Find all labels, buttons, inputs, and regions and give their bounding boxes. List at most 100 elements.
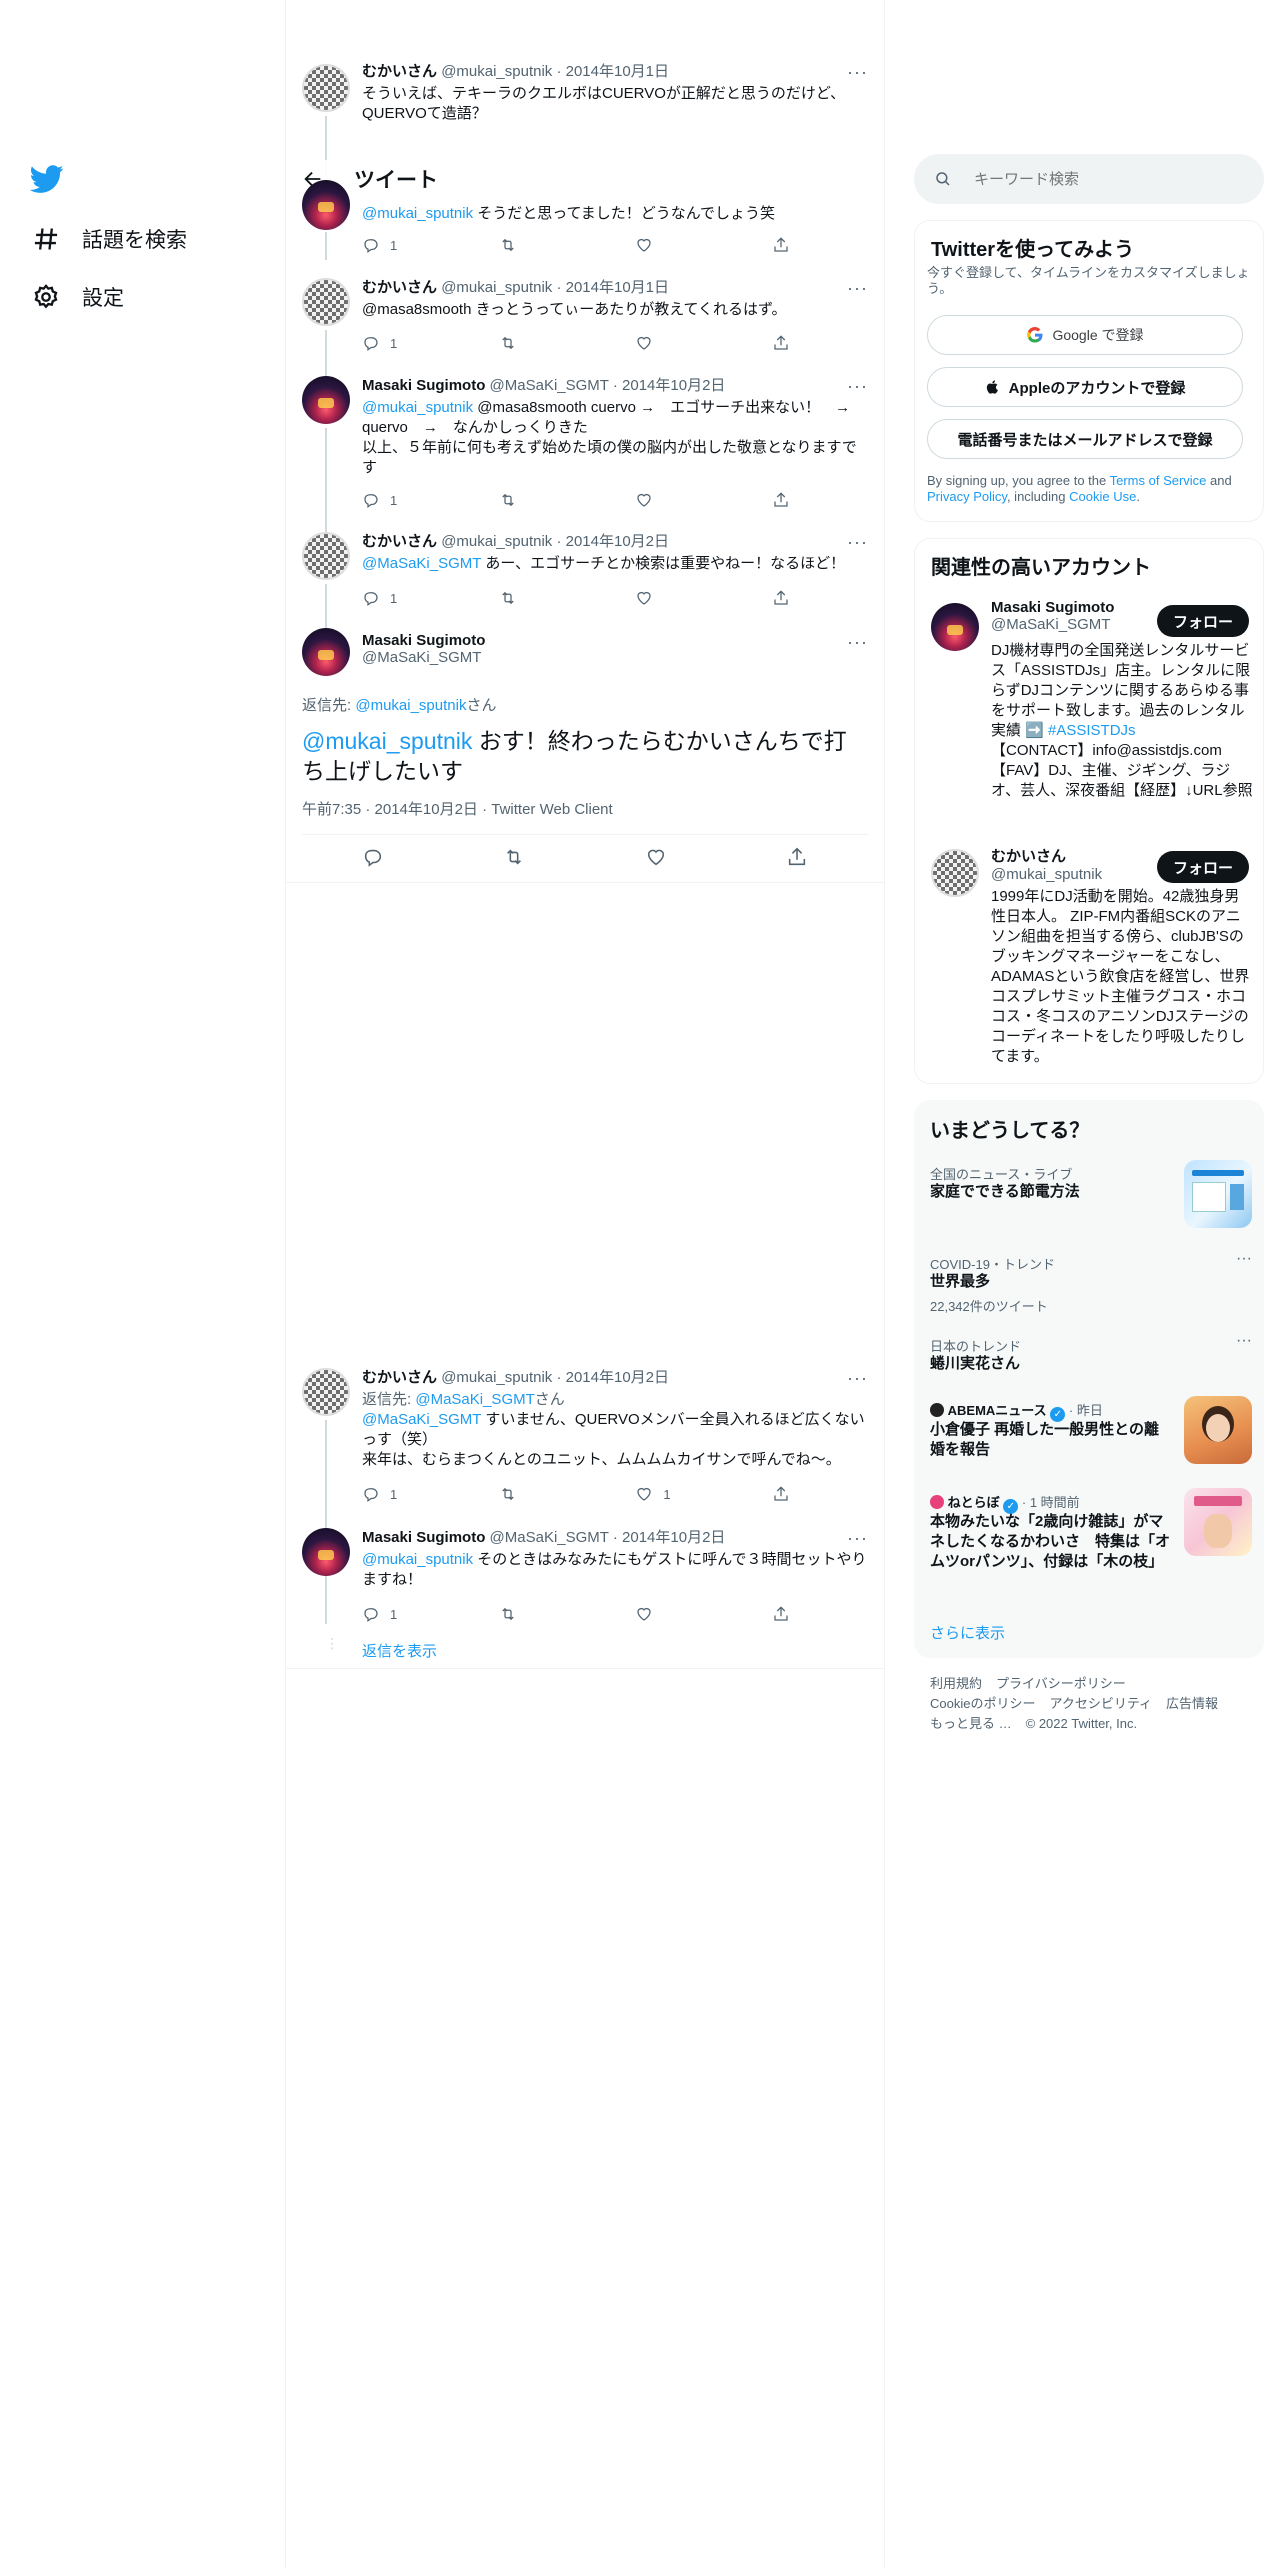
tweet-author-name[interactable]: むかいさん bbox=[362, 533, 437, 550]
tweet-author-name[interactable]: むかいさん bbox=[362, 63, 437, 80]
avatar[interactable] bbox=[302, 278, 350, 326]
retweet-button[interactable] bbox=[499, 490, 569, 510]
hashtag-link[interactable]: #ASSISTDJs bbox=[1044, 722, 1136, 739]
follow-button[interactable]: フォロー bbox=[1157, 605, 1249, 637]
reply-to-link[interactable]: @MaSaKi_SGMT bbox=[415, 1391, 534, 1408]
account-name[interactable]: むかいさん bbox=[991, 845, 1102, 866]
retweet-icon[interactable] bbox=[503, 846, 525, 868]
phone-email-signup-button[interactable]: 電話番号またはメールアドレスで登録 bbox=[927, 419, 1243, 459]
nav-explore[interactable]: 話題を検索 bbox=[32, 224, 187, 254]
trend-item[interactable]: 日本のトレンド 蜷川実花さん ··· bbox=[914, 1332, 1264, 1382]
avatar[interactable] bbox=[302, 180, 350, 230]
more-icon[interactable]: ··· bbox=[847, 1368, 868, 1389]
tweet-author-name[interactable]: Masaki Sugimoto bbox=[362, 1529, 485, 1546]
retweet-button[interactable] bbox=[499, 333, 569, 353]
tweet-timestamp[interactable]: 午前7:35 · 2014年10月2日 · Twitter Web Client bbox=[302, 798, 613, 819]
reply-button[interactable]: 1 bbox=[362, 1484, 432, 1504]
related-account[interactable]: Masaki Sugimoto @MaSaKi_SGMT フォロー DJ機材専門… bbox=[915, 599, 1265, 849]
avatar[interactable] bbox=[302, 1368, 350, 1416]
tweet-author-handle[interactable]: @MaSaKi_SGMT bbox=[362, 649, 485, 666]
more-icon[interactable]: ··· bbox=[1236, 1250, 1252, 1268]
tweet-author-name[interactable]: Masaki Sugimoto bbox=[362, 377, 485, 394]
tweet-author-name[interactable]: Masaki Sugimoto bbox=[362, 632, 485, 649]
footer-link-more[interactable]: もっと見る … bbox=[930, 1716, 1012, 1731]
mention-link[interactable]: @MaSaKi_SGMT bbox=[362, 555, 481, 572]
trend-item[interactable]: ねとらぼ ✓ · 1 時間前 本物みたいな「2歳向け雑誌」がマネしたくなるかわい… bbox=[914, 1488, 1264, 1598]
more-icon[interactable]: ··· bbox=[847, 532, 868, 553]
thread-tweet[interactable]: Masaki Sugimoto @MaSaKi_SGMT · 2014年10月2… bbox=[286, 376, 884, 536]
avatar[interactable] bbox=[302, 376, 350, 424]
mention-link[interactable]: @mukai_sputnik bbox=[302, 728, 472, 754]
share-button[interactable] bbox=[772, 235, 792, 255]
avatar[interactable] bbox=[302, 532, 350, 580]
reply-button[interactable]: 1 bbox=[362, 588, 432, 608]
like-button[interactable]: 1 bbox=[635, 1484, 705, 1504]
related-account[interactable]: むかいさん @mukai_sputnik フォロー 1999年にDJ活動を開始。… bbox=[915, 845, 1265, 1075]
trend-item[interactable]: COVID-19・トレンド 世界最多 22,342件のツイート ··· bbox=[914, 1250, 1264, 1320]
apple-signup-button[interactable]: Appleのアカウントで登録 bbox=[927, 367, 1243, 407]
more-icon[interactable]: ··· bbox=[847, 1528, 868, 1549]
footer-link-privacy[interactable]: プライバシーポリシー bbox=[996, 1676, 1126, 1691]
reply-to-link[interactable]: @mukai_sputnik bbox=[355, 697, 466, 714]
reply-button[interactable]: 1 bbox=[362, 333, 432, 353]
reply-tweet[interactable]: ⋮ Masaki Sugimoto @MaSaKi_SGMT · 2014年10… bbox=[286, 1528, 884, 1669]
terms-link[interactable]: Terms of Service bbox=[1110, 473, 1207, 488]
reply-icon[interactable] bbox=[362, 846, 384, 868]
account-name[interactable]: Masaki Sugimoto bbox=[991, 599, 1114, 616]
share-button[interactable] bbox=[772, 1484, 792, 1504]
more-icon[interactable]: ··· bbox=[847, 376, 868, 397]
reply-tweet[interactable]: むかいさん @mukai_sputnik · 2014年10月2日 返信先: @… bbox=[286, 1368, 884, 1580]
avatar[interactable] bbox=[302, 628, 350, 676]
mention-link[interactable]: @mukai_sputnik bbox=[362, 1551, 473, 1568]
like-button[interactable] bbox=[635, 588, 705, 608]
thread-tweet[interactable]: むかいさん @mukai_sputnik · 2014年10月1日 @masa8… bbox=[286, 278, 884, 378]
trend-item[interactable]: 全国のニュース・ライブ 家庭でできる節電方法 bbox=[914, 1160, 1264, 1240]
google-signup-button[interactable]: Google で登録 bbox=[927, 315, 1243, 355]
thread-tweet[interactable]: むかいさん @mukai_sputnik · 2014年10月2日 @MaSaK… bbox=[286, 532, 884, 668]
account-handle[interactable]: @MaSaKi_SGMT bbox=[991, 616, 1114, 633]
twitter-logo-icon[interactable] bbox=[30, 162, 64, 196]
retweet-button[interactable] bbox=[499, 1604, 569, 1624]
mention-link[interactable]: @mukai_sputnik bbox=[362, 205, 473, 222]
account-handle[interactable]: @mukai_sputnik bbox=[991, 866, 1102, 883]
more-icon[interactable]: ··· bbox=[847, 632, 868, 653]
footer-link-cookie[interactable]: Cookieのポリシー bbox=[930, 1696, 1035, 1711]
reply-button[interactable]: 1 bbox=[362, 490, 432, 510]
tweet-author-name[interactable]: むかいさん bbox=[362, 279, 437, 296]
like-button[interactable] bbox=[635, 1604, 705, 1624]
footer-link-accessibility[interactable]: アクセシビリティ bbox=[1049, 1696, 1152, 1711]
tweet-author-name[interactable]: むかいさん bbox=[362, 1369, 437, 1386]
nav-settings[interactable]: 設定 bbox=[32, 282, 124, 312]
search-box[interactable] bbox=[914, 154, 1264, 204]
privacy-link[interactable]: Privacy Policy bbox=[927, 489, 1007, 504]
more-icon[interactable]: ··· bbox=[847, 278, 868, 299]
more-icon[interactable]: ··· bbox=[1236, 1332, 1252, 1350]
footer-link-ads[interactable]: 広告情報 bbox=[1166, 1696, 1218, 1711]
share-button[interactable] bbox=[772, 588, 792, 608]
thread-tweet[interactable]: むかいさん @mukai_sputnik · 2014年10月1日 そういえば、… bbox=[286, 62, 884, 206]
like-button[interactable] bbox=[635, 490, 705, 510]
avatar[interactable] bbox=[302, 1528, 350, 1576]
cookie-link[interactable]: Cookie Use bbox=[1069, 489, 1136, 504]
heart-icon[interactable] bbox=[645, 846, 667, 868]
like-button[interactable] bbox=[635, 235, 705, 255]
reply-button[interactable]: 1 bbox=[362, 235, 432, 255]
mention-link[interactable]: @MaSaKi_SGMT bbox=[362, 1411, 481, 1428]
share-button[interactable] bbox=[772, 333, 792, 353]
trend-item[interactable]: ABEMAニュース ✓ · 昨日 小倉優子 再婚した一般男性との離婚を報告 bbox=[914, 1396, 1264, 1476]
mention-link[interactable]: @mukai_sputnik bbox=[362, 399, 473, 416]
share-icon[interactable] bbox=[786, 846, 808, 868]
avatar[interactable] bbox=[302, 64, 350, 112]
show-more-link[interactable]: さらに表示 bbox=[930, 1622, 1005, 1643]
retweet-button[interactable] bbox=[499, 588, 569, 608]
share-button[interactable] bbox=[772, 1604, 792, 1624]
avatar[interactable] bbox=[931, 849, 979, 897]
avatar[interactable] bbox=[931, 603, 979, 651]
footer-link-terms[interactable]: 利用規約 bbox=[930, 1676, 982, 1691]
like-button[interactable] bbox=[635, 333, 705, 353]
search-input[interactable] bbox=[974, 170, 1224, 188]
retweet-button[interactable] bbox=[499, 1484, 569, 1504]
more-icon[interactable]: ··· bbox=[847, 62, 868, 83]
thread-tweet[interactable]: @mukai_sputnik そうだと思ってました！どうなんでしょう笑 1 bbox=[286, 180, 884, 260]
show-replies-link[interactable]: 返信を表示 bbox=[362, 1640, 437, 1661]
